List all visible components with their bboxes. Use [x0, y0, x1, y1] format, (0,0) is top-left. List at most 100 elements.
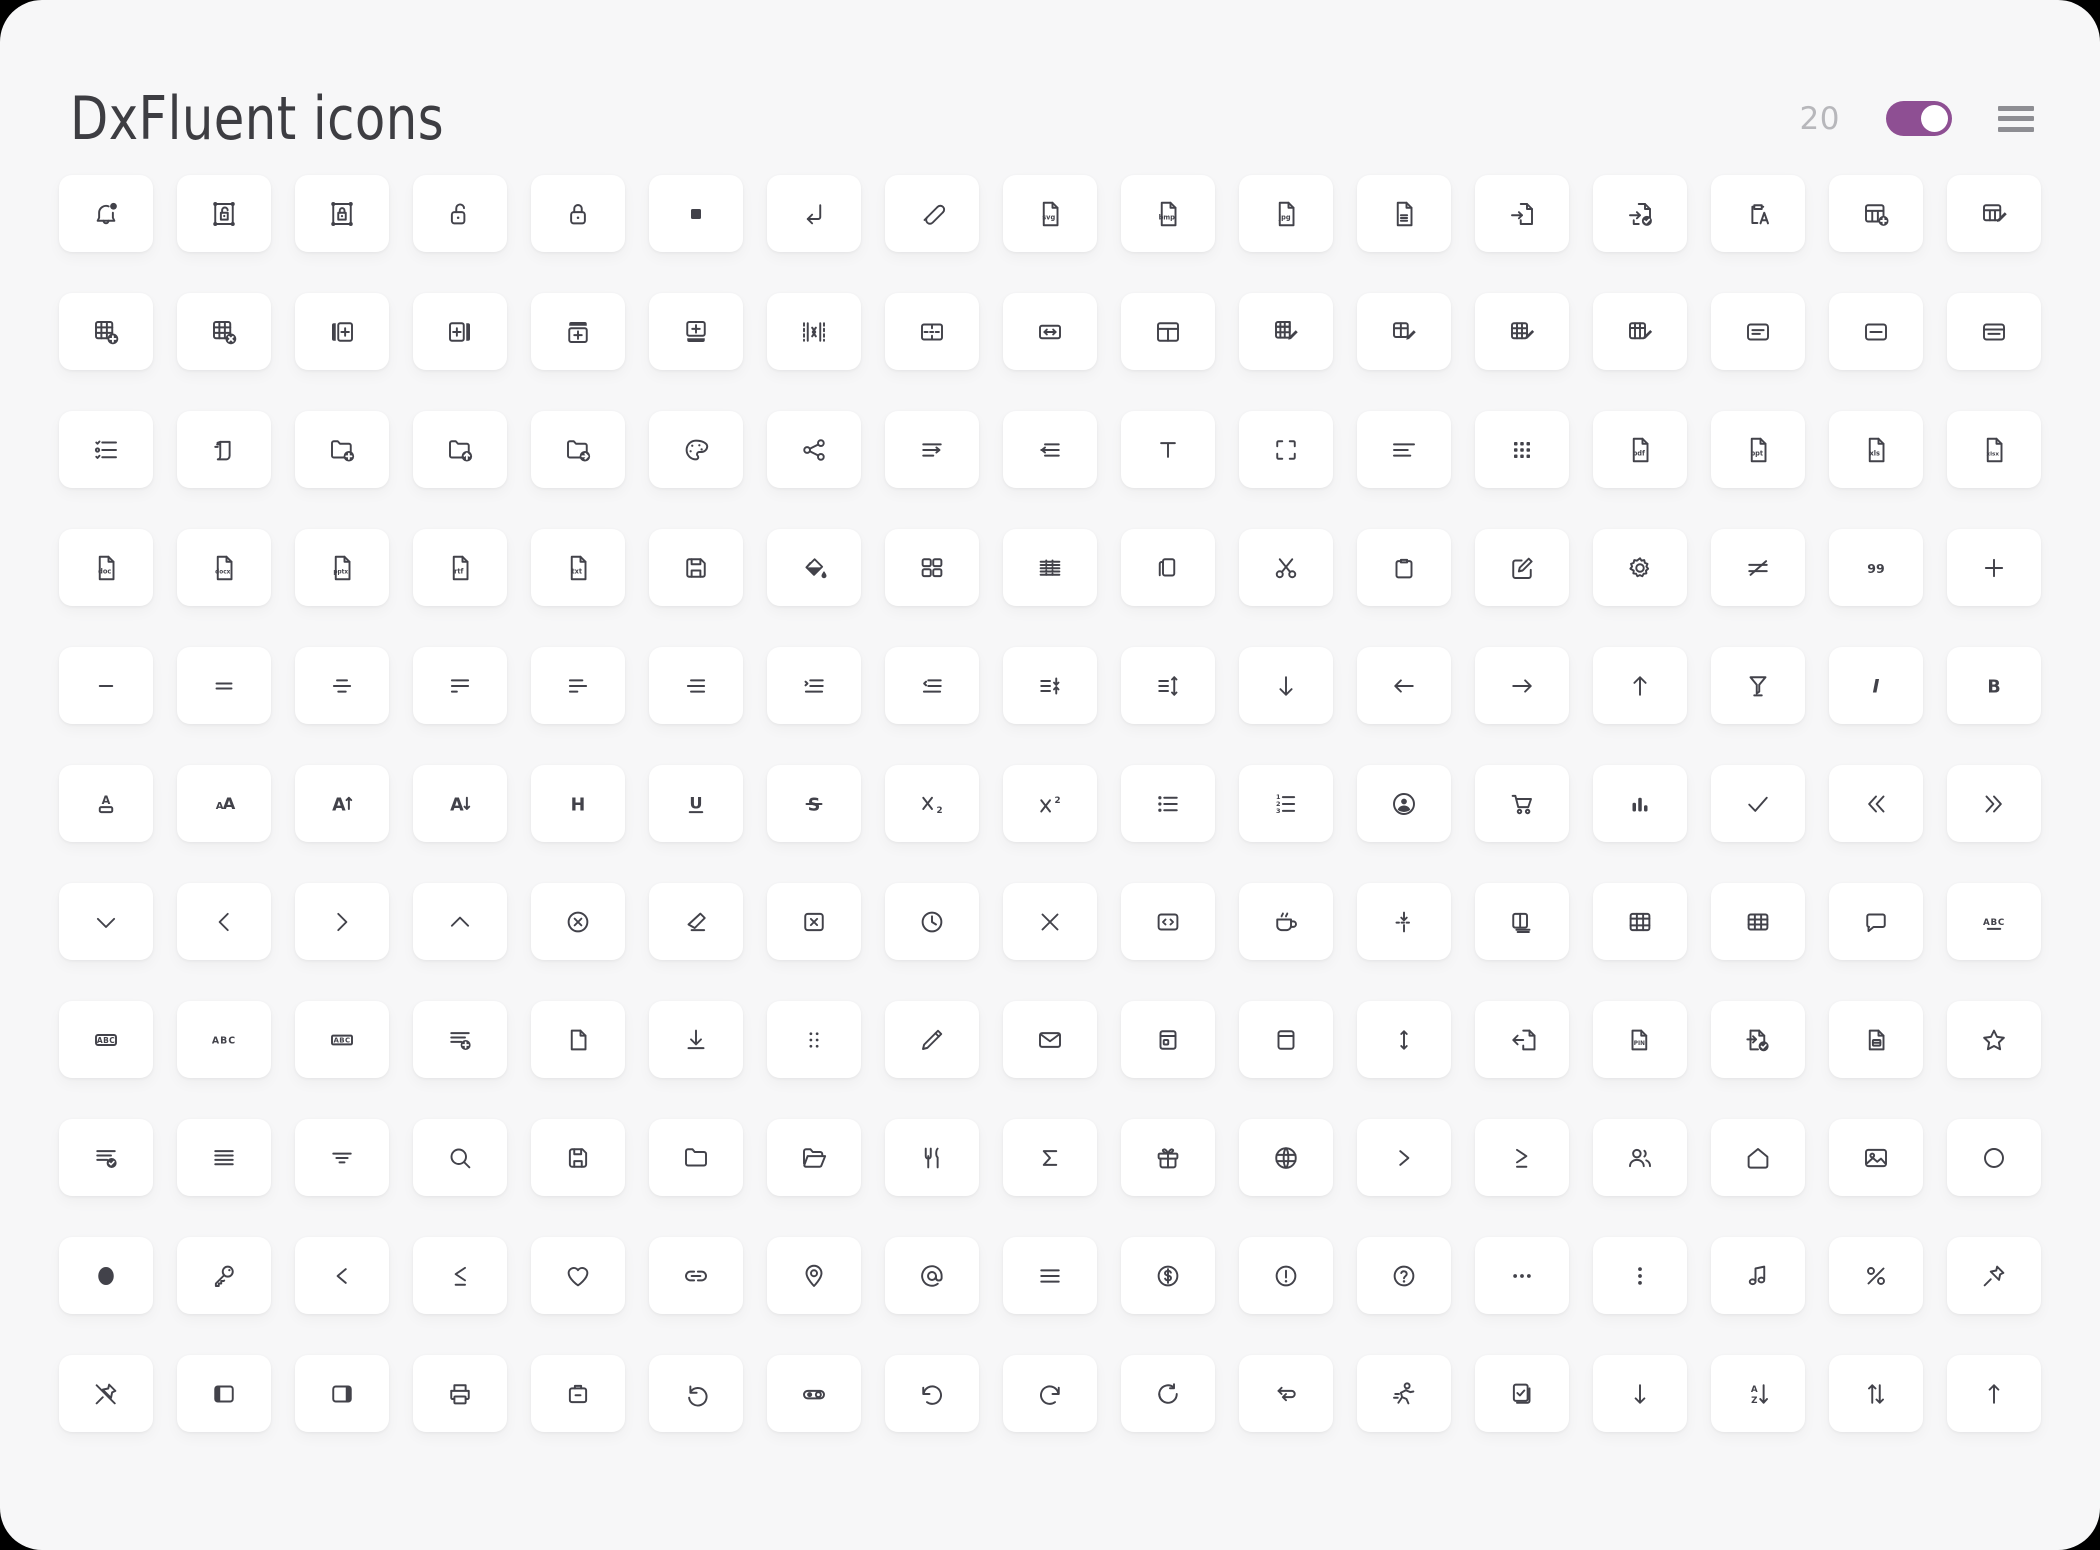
unlock-icon-tile[interactable]: [413, 175, 507, 252]
file-pptx-icon-tile[interactable]: pptx: [295, 529, 389, 606]
location-pin-icon-tile[interactable]: [767, 1237, 861, 1314]
resize-vertical-icon-tile[interactable]: [1357, 1001, 1451, 1078]
link-icon-tile[interactable]: [649, 1237, 743, 1314]
collapse-vertical-icon-tile[interactable]: [1357, 883, 1451, 960]
undo-arrow-icon-tile[interactable]: [885, 1355, 979, 1432]
chevron-up-icon-tile[interactable]: [413, 883, 507, 960]
greater-equal-icon-tile[interactable]: [1475, 1119, 1569, 1196]
lines-stack-icon-tile[interactable]: [177, 1119, 271, 1196]
blank-page-icon-tile[interactable]: [531, 1001, 625, 1078]
palette-icon-tile[interactable]: [649, 411, 743, 488]
folder-upload-icon-tile[interactable]: [413, 411, 507, 488]
indent-increase-icon-tile[interactable]: [767, 647, 861, 724]
sort-updown-icon-tile[interactable]: [1829, 1355, 1923, 1432]
sort-alpha-down-icon-tile[interactable]: AZ: [1711, 1355, 1805, 1432]
restaurant-icon-tile[interactable]: [885, 1119, 979, 1196]
table-delete-icon-tile[interactable]: [177, 293, 271, 370]
lock-icon-tile[interactable]: [531, 175, 625, 252]
file-import-check-icon-tile[interactable]: [1593, 175, 1687, 252]
table-grid-edit-icon-tile[interactable]: [1239, 293, 1333, 370]
settings-gear-icon-tile[interactable]: [1593, 529, 1687, 606]
align-center-icon-tile[interactable]: [295, 647, 389, 724]
file-svg-icon-tile[interactable]: svg: [1003, 175, 1097, 252]
percent-icon-tile[interactable]: [1829, 1237, 1923, 1314]
file-check-icon-tile[interactable]: [1711, 1001, 1805, 1078]
question-circle-icon-tile[interactable]: [1357, 1237, 1451, 1314]
pin-icon-tile[interactable]: [1947, 1237, 2041, 1314]
bullet-list-icon-tile[interactable]: [1121, 765, 1215, 842]
folder-add-icon-tile[interactable]: [295, 411, 389, 488]
file-txt-icon-tile[interactable]: txt: [531, 529, 625, 606]
italic-icon-tile[interactable]: I: [1829, 647, 1923, 724]
search-icon-tile[interactable]: [413, 1119, 507, 1196]
plus-icon-tile[interactable]: [1947, 529, 2041, 606]
grid-table-icon-tile[interactable]: [1711, 883, 1805, 960]
shopping-cart-icon-tile[interactable]: [1475, 765, 1569, 842]
bar-chart-icon-tile[interactable]: [1593, 765, 1687, 842]
stop-square-icon-tile[interactable]: [649, 175, 743, 252]
file-jpg-icon-tile[interactable]: jpg: [1239, 175, 1333, 252]
folder-move-icon-tile[interactable]: [531, 411, 625, 488]
minus-dash-icon-tile[interactable]: [59, 647, 153, 724]
align-right-icon-tile[interactable]: [649, 647, 743, 724]
download-icon-tile[interactable]: [649, 1001, 743, 1078]
file-import-icon-tile[interactable]: [1475, 175, 1569, 252]
redo-arrow-icon-tile[interactable]: [1003, 1355, 1097, 1432]
save-floppy-icon-tile[interactable]: [649, 529, 743, 606]
indent-decrease-icon-tile[interactable]: [885, 647, 979, 724]
image-icon-tile[interactable]: [1829, 1119, 1923, 1196]
window-panel-icon-tile[interactable]: [1121, 1001, 1215, 1078]
font-increase-icon-tile[interactable]: A: [295, 765, 389, 842]
checklist-icon-tile[interactable]: [59, 411, 153, 488]
panel-left-icon-tile[interactable]: [177, 1355, 271, 1432]
layers-copy-icon-tile[interactable]: [177, 411, 271, 488]
quote-marks-icon-tile[interactable]: 99: [1829, 529, 1923, 606]
table-column-edit-icon-tile[interactable]: [1593, 293, 1687, 370]
cell-edit-icon-tile[interactable]: [1357, 293, 1451, 370]
export-list-icon-tile[interactable]: [413, 1001, 507, 1078]
check-icon-tile[interactable]: [1711, 765, 1805, 842]
alert-bell-icon-tile[interactable]: [59, 175, 153, 252]
card-view-icon-tile[interactable]: [1711, 293, 1805, 370]
file-docx-icon-tile[interactable]: docx: [177, 529, 271, 606]
globe-icon-tile[interactable]: [1239, 1119, 1333, 1196]
panel-right-icon-tile[interactable]: [295, 1355, 389, 1432]
warning-circle-icon-tile[interactable]: [1239, 1237, 1333, 1314]
merge-cells-icon-tile[interactable]: [767, 293, 861, 370]
clipboard-text-icon-tile[interactable]: [1711, 175, 1805, 252]
close-x-icon-tile[interactable]: [1003, 883, 1097, 960]
circle-outline-icon-tile[interactable]: [1947, 1119, 2041, 1196]
file-doc-icon-tile[interactable]: doc: [59, 529, 153, 606]
compose-edit-icon-tile[interactable]: [1475, 529, 1569, 606]
eraser-icon-tile[interactable]: [649, 883, 743, 960]
table-rows-dense-icon-tile[interactable]: [1003, 529, 1097, 606]
copy-icon-tile[interactable]: [1121, 529, 1215, 606]
table-add-icon-tile[interactable]: [1829, 175, 1923, 252]
theme-toggle-switch[interactable]: [1886, 101, 1952, 136]
file-export-icon-tile[interactable]: [1475, 1001, 1569, 1078]
printer-icon-tile[interactable]: [413, 1355, 507, 1432]
align-left-short-icon-tile[interactable]: [531, 647, 625, 724]
insert-row-above-icon-tile[interactable]: [649, 293, 743, 370]
save-disk-icon-tile[interactable]: [531, 1119, 625, 1196]
table-borders-icon-tile[interactable]: [1593, 883, 1687, 960]
align-justify-two-icon-tile[interactable]: [177, 647, 271, 724]
circle-filled-icon-tile[interactable]: [59, 1237, 153, 1314]
paste-icon-tile[interactable]: [1357, 529, 1451, 606]
lock-open-frame-icon-tile[interactable]: [177, 175, 271, 252]
file-xlsx-icon-tile[interactable]: xlsx: [1947, 411, 2041, 488]
abc-outline-icon-tile[interactable]: ABC: [295, 1001, 389, 1078]
key-icon-tile[interactable]: [177, 1237, 271, 1314]
line-spacing-increase-icon-tile[interactable]: [1121, 647, 1215, 724]
task-checkbox-icon-tile[interactable]: [1475, 1355, 1569, 1432]
file-document-icon-tile[interactable]: [1357, 175, 1451, 252]
undo-rotate-icon-tile[interactable]: [649, 1355, 743, 1432]
user-circle-icon-tile[interactable]: [1357, 765, 1451, 842]
font-size-icon-tile[interactable]: AA: [177, 765, 271, 842]
font-decrease-icon-tile[interactable]: A: [413, 765, 507, 842]
indent-arrow-right-icon-tile[interactable]: [885, 411, 979, 488]
arrow-up-icon-tile[interactable]: [1593, 647, 1687, 724]
file-pin-icon-tile[interactable]: PIN: [1593, 1001, 1687, 1078]
sum-sigma-icon-tile[interactable]: [1003, 1119, 1097, 1196]
menu-lines-icon-tile[interactable]: [1003, 1237, 1097, 1314]
